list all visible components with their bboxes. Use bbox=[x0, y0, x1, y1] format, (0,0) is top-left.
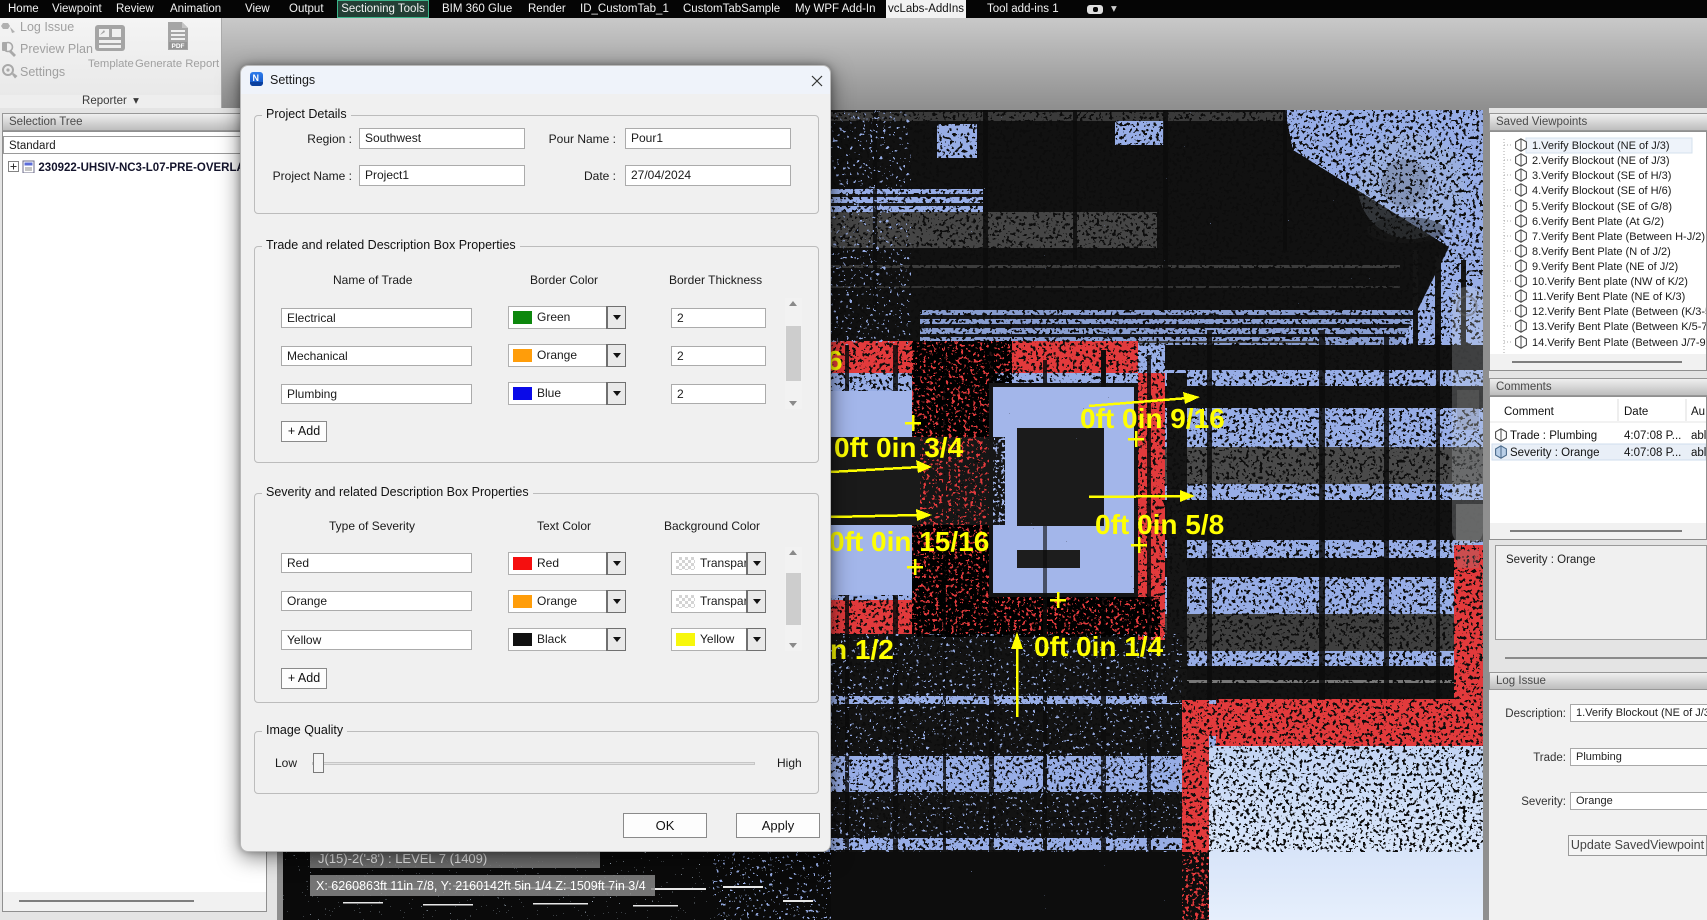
svg-text:9.Verify Bent Plate (NE of J/2: 9.Verify Bent Plate (NE of J/2) bbox=[1532, 261, 1678, 273]
svg-text:Settings: Settings bbox=[20, 65, 65, 79]
svg-text:4:07:08 P...: 4:07:08 P... bbox=[1624, 430, 1681, 442]
svg-text:n 1/2: n 1/2 bbox=[830, 634, 894, 665]
svg-text:14.Verify Bent Plate (Between: 14.Verify Bent Plate (Between J/7-9) bbox=[1532, 337, 1706, 349]
svg-text:0ft 0in 3/4: 0ft 0in 3/4 bbox=[834, 432, 964, 463]
svg-text:1.Verify Blockout (NE of J/3): 1.Verify Blockout (NE of J/3) bbox=[1532, 140, 1670, 152]
svg-text:abl: abl bbox=[1691, 430, 1706, 442]
svg-text:X: 6260863ft 11in 7/8, Y: 2160: X: 6260863ft 11in 7/8, Y: 2160142ft 5in … bbox=[316, 879, 646, 893]
svg-text:Log Issue: Log Issue bbox=[20, 20, 74, 34]
svg-text:Trade : Plumbing: Trade : Plumbing bbox=[1510, 430, 1597, 442]
svg-text:11.Verify Bent Plate (NE of K/: 11.Verify Bent Plate (NE of K/3) bbox=[1532, 291, 1685, 303]
svg-text:4:07:08 P...: 4:07:08 P... bbox=[1624, 447, 1681, 459]
svg-text:0ft 0in 5/8: 0ft 0in 5/8 bbox=[1095, 509, 1224, 540]
svg-text:Template: Template bbox=[88, 58, 134, 70]
svg-text:8.Verify Bent Plate (N of J/2): 8.Verify Bent Plate (N of J/2) bbox=[1532, 246, 1671, 258]
svg-text:2.Verify Blockout (NE of J/3): 2.Verify Blockout (NE of J/3) bbox=[1532, 155, 1670, 167]
svg-text:0ft 0in 1/4: 0ft 0in 1/4 bbox=[1034, 631, 1164, 662]
svg-text:12.Verify Bent Plate (Between: 12.Verify Bent Plate (Between (K/3-5) bbox=[1532, 306, 1706, 318]
svg-text:PDF: PDF bbox=[172, 43, 185, 50]
svg-text:5.Verify Blockout (SE of G/8): 5.Verify Blockout (SE of G/8) bbox=[1532, 201, 1672, 213]
svg-text:7.Verify Bent Plate (Between H: 7.Verify Bent Plate (Between H-J/2) bbox=[1532, 231, 1705, 243]
svg-text:0ft 0in 9/16: 0ft 0in 9/16 bbox=[1080, 403, 1225, 434]
svg-text:Severity : Orange: Severity : Orange bbox=[1510, 447, 1599, 459]
svg-text:Comment: Comment bbox=[1504, 406, 1555, 418]
svg-text:Preview Plan: Preview Plan bbox=[20, 42, 93, 56]
svg-text:6.Verify Bent Plate (At G/2): 6.Verify Bent Plate (At G/2) bbox=[1532, 216, 1664, 228]
svg-text:abl: abl bbox=[1691, 447, 1706, 459]
svg-text:J(15)-2('-8') : LEVEL 7 (1409): J(15)-2('-8') : LEVEL 7 (1409) bbox=[318, 851, 487, 866]
svg-text:Au: Au bbox=[1691, 406, 1705, 418]
svg-text:13.Verify Bent Plate (Between: 13.Verify Bent Plate (Between K/5-7) bbox=[1532, 321, 1706, 333]
svg-text:10.Verify Bent plate (NW of K/: 10.Verify Bent plate (NW of K/2) bbox=[1532, 276, 1688, 288]
svg-text:0ft 0in 15/16: 0ft 0in 15/16 bbox=[829, 526, 989, 557]
svg-text:4.Verify Blockout (SE of H/6): 4.Verify Blockout (SE of H/6) bbox=[1532, 185, 1671, 197]
svg-text:Date: Date bbox=[1624, 406, 1648, 418]
svg-text:Generate Report: Generate Report bbox=[135, 58, 220, 70]
svg-text:3.Verify Blockout (SE of H/3): 3.Verify Blockout (SE of H/3) bbox=[1532, 170, 1671, 182]
